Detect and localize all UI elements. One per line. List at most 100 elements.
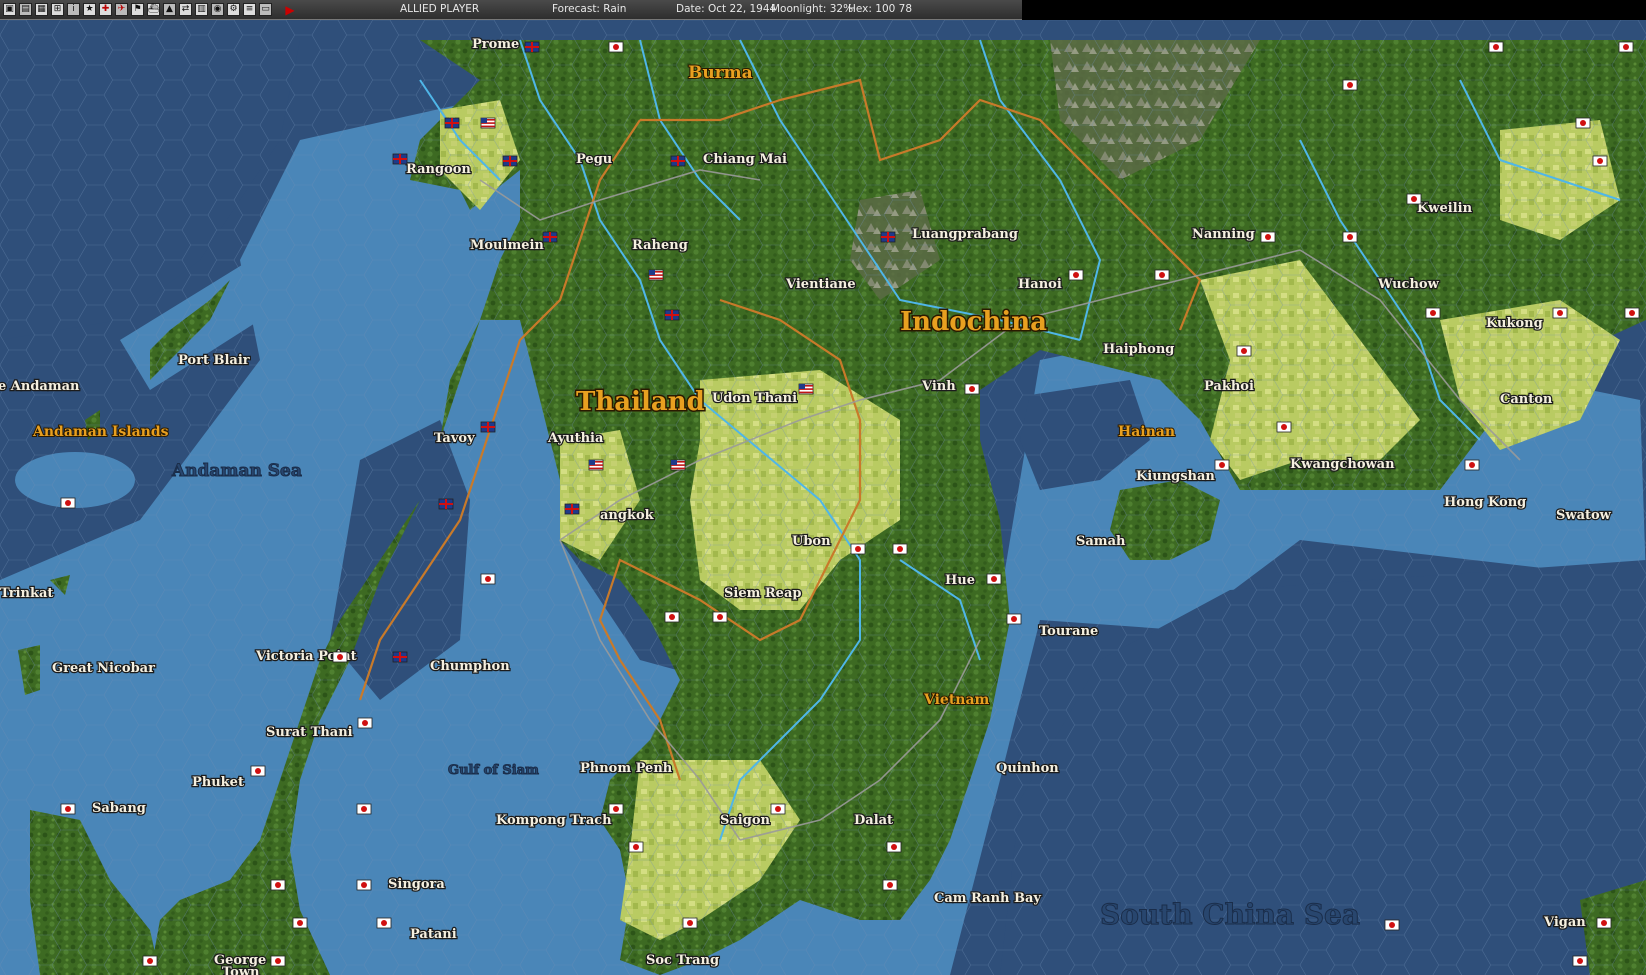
japan-base-marker[interactable] <box>270 955 286 967</box>
japan-base-marker[interactable] <box>1572 955 1588 967</box>
uk-base-marker[interactable] <box>524 41 540 53</box>
japan-base-marker[interactable] <box>1552 307 1568 319</box>
game-map[interactable]: Burma Indochina Thailand Vietnam Hainan … <box>0 20 1646 975</box>
city-label-pegu[interactable]: Pegu <box>575 151 614 169</box>
city-label-tourane[interactable]: Tourane <box>1038 623 1100 641</box>
city-label-kukong[interactable]: Kukong <box>1485 315 1544 333</box>
uk-base-marker[interactable] <box>880 231 896 243</box>
uk-base-marker[interactable] <box>502 155 518 167</box>
japan-base-marker[interactable] <box>1214 459 1230 471</box>
city-label-vinh[interactable]: Vinh <box>920 378 958 396</box>
japan-base-marker[interactable] <box>770 803 786 815</box>
city-label-george-town-2[interactable]: Town <box>221 964 262 975</box>
city-label-vigan[interactable]: Vigan <box>1542 914 1588 932</box>
uk-base-marker[interactable] <box>664 309 680 321</box>
star-icon[interactable]: ★ <box>83 3 96 16</box>
supply-icon[interactable]: ▥ <box>195 3 208 16</box>
japan-base-marker[interactable] <box>608 803 624 815</box>
city-label-hong-kong[interactable]: Hong Kong <box>1443 494 1528 512</box>
japan-base-marker[interactable] <box>1276 421 1292 433</box>
city-label-surat-thani[interactable]: Surat Thani <box>265 724 354 742</box>
city-label-luangprabang[interactable]: Luangprabang <box>911 226 1019 244</box>
intel-icon[interactable]: ▦ <box>35 3 48 16</box>
city-label-moulmein[interactable]: Moulmein <box>469 237 546 255</box>
japan-base-marker[interactable] <box>1342 231 1358 243</box>
japan-base-marker[interactable] <box>1406 193 1422 205</box>
city-label-dalat[interactable]: Dalat <box>853 812 895 830</box>
save-icon[interactable]: ▭ <box>259 3 272 16</box>
city-label-kweilin[interactable]: Kweilin <box>1416 200 1474 218</box>
city-label-prome[interactable]: Prome <box>471 36 521 54</box>
japan-base-marker[interactable] <box>356 879 372 891</box>
japan-base-marker[interactable] <box>270 879 286 891</box>
transport-icon[interactable]: ⇄ <box>179 3 192 16</box>
japan-base-marker[interactable] <box>712 611 728 623</box>
city-label-ubon[interactable]: Ubon <box>791 533 833 551</box>
uk-base-marker[interactable] <box>438 498 454 510</box>
uk-base-marker[interactable] <box>392 651 408 663</box>
uk-base-marker[interactable] <box>564 503 580 515</box>
gear-icon[interactable]: ⚙ <box>227 3 240 16</box>
us-base-marker[interactable] <box>588 459 604 471</box>
ship-icon[interactable]: ⛴ <box>147 3 160 16</box>
japan-base-marker[interactable] <box>886 841 902 853</box>
uk-base-marker[interactable] <box>542 231 558 243</box>
city-label-chumphon[interactable]: Chumphon <box>429 658 512 676</box>
end-turn-icon[interactable]: ▶ <box>284 3 296 17</box>
city-label-trinkat[interactable]: Trinkat <box>0 585 55 603</box>
japan-base-marker[interactable] <box>142 955 158 967</box>
city-label-kiungshan[interactable]: Kiungshan <box>1135 468 1217 486</box>
us-base-marker[interactable] <box>670 459 686 471</box>
city-label-phuket[interactable]: Phuket <box>191 774 245 792</box>
city-label-patani[interactable]: Patani <box>409 926 458 944</box>
japan-base-marker[interactable] <box>608 41 624 53</box>
japan-base-marker[interactable] <box>1596 917 1612 929</box>
japan-base-marker[interactable] <box>1618 41 1634 53</box>
japan-base-marker[interactable] <box>1464 459 1480 471</box>
japan-base-marker[interactable] <box>1575 117 1591 129</box>
us-base-marker[interactable] <box>480 117 496 129</box>
flag-icon[interactable]: ⚑ <box>131 3 144 16</box>
city-label-phnom-penh[interactable]: Phnom Penh <box>579 760 674 778</box>
city-label-udon-thani[interactable]: Udon Thani <box>711 390 799 408</box>
uk-base-marker[interactable] <box>480 421 496 433</box>
japan-base-marker[interactable] <box>986 573 1002 585</box>
japan-base-marker[interactable] <box>60 497 76 509</box>
japan-base-marker[interactable] <box>1384 919 1400 931</box>
japan-base-marker[interactable] <box>250 765 266 777</box>
city-label-tavoy[interactable]: Tavoy <box>433 430 477 448</box>
japan-base-marker[interactable] <box>1342 79 1358 91</box>
city-label-siem-reap[interactable]: Siem Reap <box>723 585 803 603</box>
japan-base-marker[interactable] <box>1624 307 1640 319</box>
japan-base-marker[interactable] <box>480 573 496 585</box>
city-label-samah[interactable]: Samah <box>1075 533 1127 551</box>
japan-base-marker[interactable] <box>356 803 372 815</box>
city-label-saigon[interactable]: Saigon <box>719 812 772 830</box>
city-label-rangoon[interactable]: Rangoon <box>405 161 473 179</box>
city-label-soc-trang[interactable]: Soc Trang <box>645 952 721 970</box>
japan-base-marker[interactable] <box>682 917 698 929</box>
ground-icon[interactable]: ✚ <box>99 3 112 16</box>
city-label-port-blair[interactable]: Port Blair <box>177 352 251 370</box>
uk-base-marker[interactable] <box>670 155 686 167</box>
city-label-sabang[interactable]: Sabang <box>91 800 147 818</box>
japan-base-marker[interactable] <box>357 717 373 729</box>
city-label-haiphong[interactable]: Haiphong <box>1102 341 1176 359</box>
city-label-bangkok[interactable]: angkok <box>599 507 656 525</box>
us-base-marker[interactable] <box>648 269 664 281</box>
japan-base-marker[interactable] <box>892 543 908 555</box>
japan-base-marker[interactable] <box>1236 345 1252 357</box>
city-label-nanning[interactable]: Nanning <box>1191 226 1256 244</box>
map-icon[interactable]: ▣ <box>3 3 16 16</box>
city-label-kwangchowan[interactable]: Kwangchowan <box>1289 456 1397 474</box>
city-label-pakhoi[interactable]: Pakhoi <box>1203 378 1255 396</box>
us-base-marker[interactable] <box>798 383 814 395</box>
japan-base-marker[interactable] <box>1068 269 1084 281</box>
japan-base-marker[interactable] <box>1592 155 1608 167</box>
japan-base-marker[interactable] <box>1260 231 1276 243</box>
city-label-chiang-mai[interactable]: Chiang Mai <box>702 151 789 169</box>
city-label-quinhon[interactable]: Quinhon <box>995 760 1061 778</box>
city-label-raheng[interactable]: Raheng <box>631 237 689 255</box>
japan-base-marker[interactable] <box>376 917 392 929</box>
japan-base-marker[interactable] <box>964 383 980 395</box>
